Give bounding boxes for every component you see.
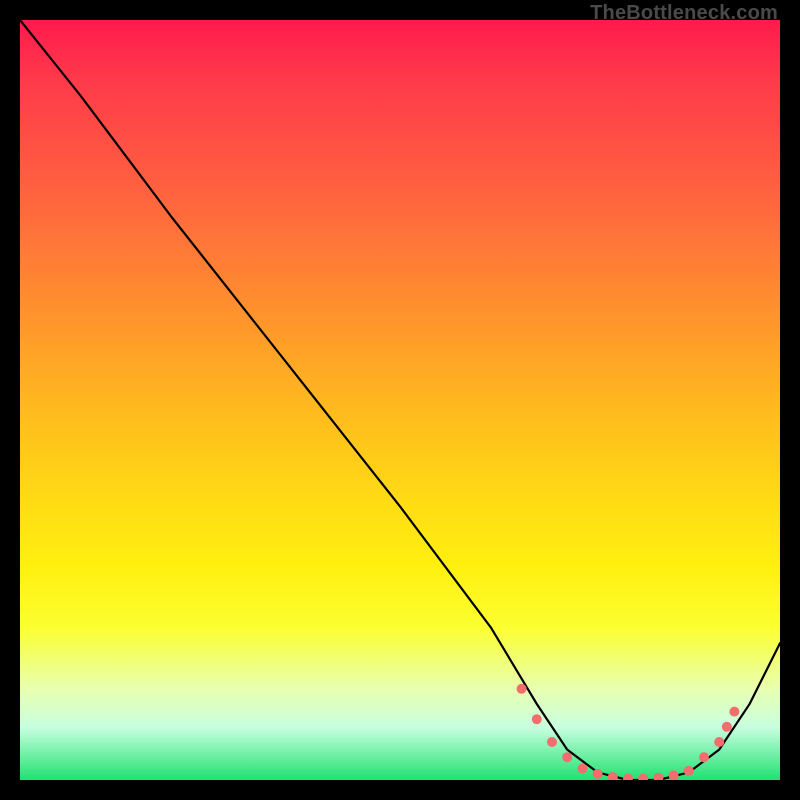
marker-point: [517, 684, 527, 694]
highlight-markers: [517, 684, 740, 780]
marker-point: [547, 737, 557, 747]
marker-point: [729, 707, 739, 717]
marker-point: [623, 774, 633, 781]
marker-point: [593, 769, 603, 779]
attribution-text: TheBottleneck.com: [590, 2, 778, 25]
marker-point: [669, 770, 679, 780]
marker-point: [608, 772, 618, 780]
curve-layer: [20, 20, 780, 780]
marker-point: [562, 752, 572, 762]
bottleneck-curve: [20, 20, 780, 780]
marker-point: [714, 737, 724, 747]
marker-point: [577, 764, 587, 774]
marker-point: [722, 722, 732, 732]
marker-point: [684, 766, 694, 776]
marker-point: [699, 752, 709, 762]
marker-point: [653, 773, 663, 780]
chart-frame: [20, 20, 780, 780]
marker-point: [532, 714, 542, 724]
marker-point: [638, 774, 648, 781]
